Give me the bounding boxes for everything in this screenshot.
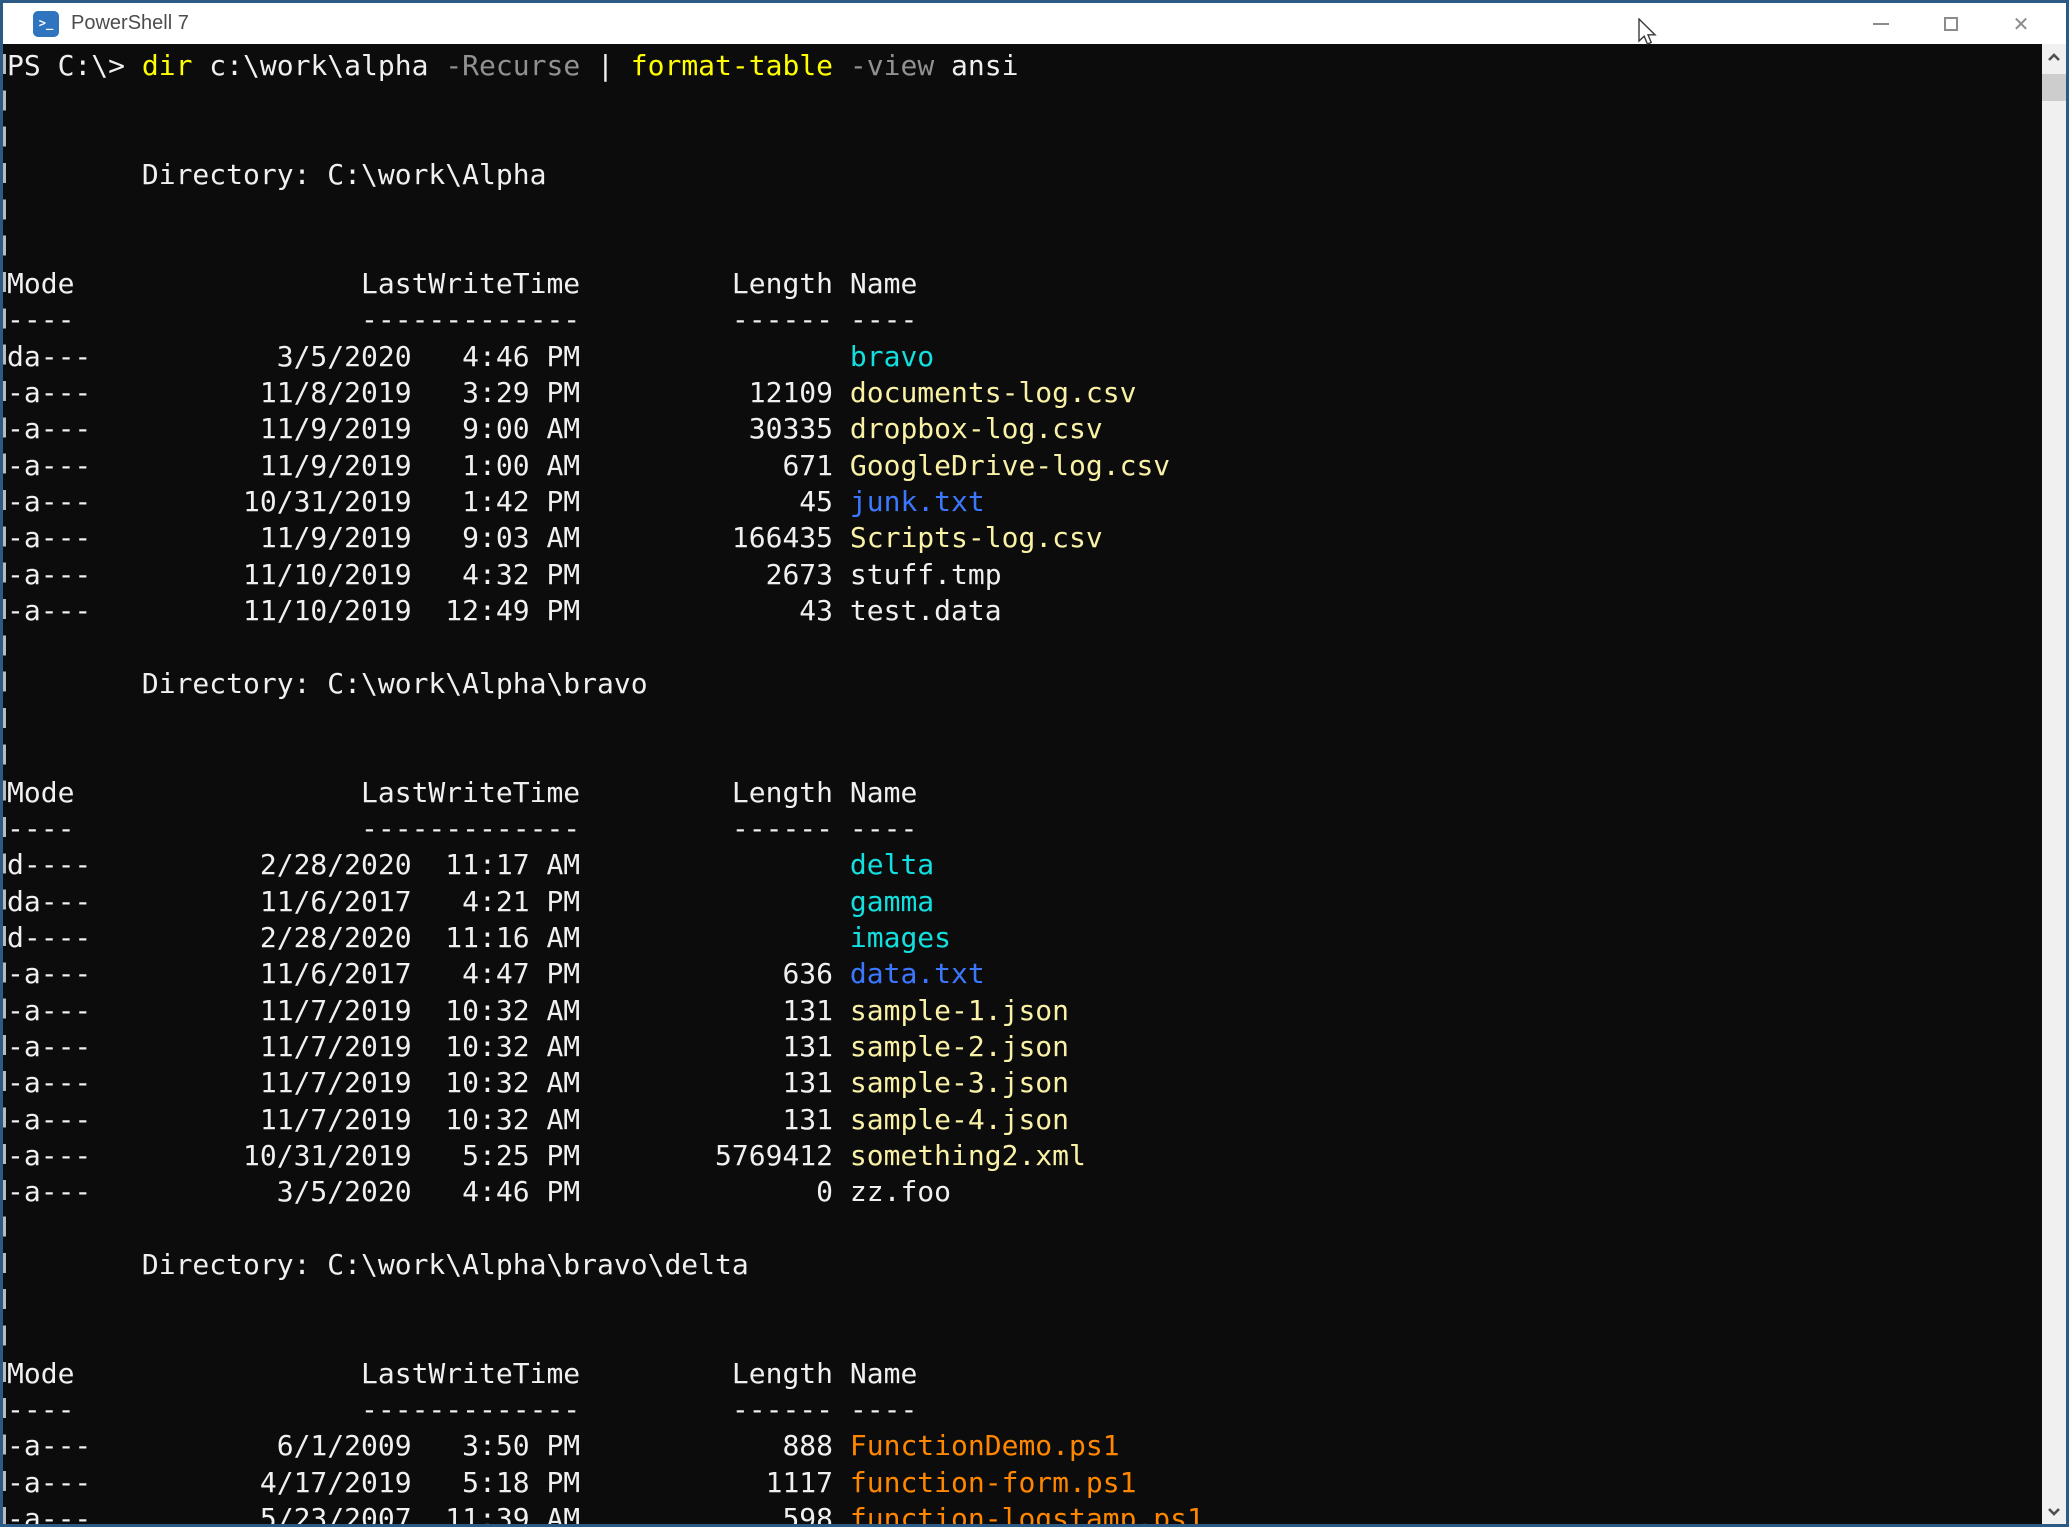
- table-header-underline: ---- ------------- ------ ----: [7, 302, 2042, 338]
- file-name: function-form.ps1: [850, 1466, 1137, 1499]
- file-name: FunctionDemo.ps1: [850, 1429, 1120, 1462]
- scroll-up-button[interactable]: [2042, 44, 2066, 70]
- file-row: -a--- 11/7/2019 10:32 AM 131 sample-4.js…: [7, 1102, 2042, 1138]
- powershell-icon-glyph: >_: [39, 17, 53, 29]
- file-row: da--- 3/5/2020 4:46 PM bravo: [7, 339, 2042, 375]
- terminal-output: PS C:\> dir c:\work\alpha -Recurse | for…: [3, 44, 2042, 1524]
- file-name: sample-2.json: [850, 1030, 1069, 1063]
- command-line: PS C:\> dir c:\work\alpha -Recurse | for…: [7, 48, 2042, 84]
- file-row: da--- 11/6/2017 4:21 PM gamma: [7, 884, 2042, 920]
- directory-name: images: [850, 921, 951, 954]
- file-row: -a--- 5/23/2007 11:39 AM 598 function-lo…: [7, 1501, 2042, 1524]
- file-row: d---- 2/28/2020 11:16 AM images: [7, 920, 2042, 956]
- terminal-line: [7, 738, 2042, 774]
- minimize-button[interactable]: [1846, 3, 1916, 44]
- file-name: function-logstamp.ps1: [850, 1502, 1204, 1524]
- file-row: -a--- 11/6/2017 4:47 PM 636 data.txt: [7, 956, 2042, 992]
- file-row: -a--- 10/31/2019 1:42 PM 45 junk.txt: [7, 484, 2042, 520]
- file-row: -a--- 11/10/2019 12:49 PM 43 test.data: [7, 593, 2042, 629]
- file-row: -a--- 11/9/2019 9:00 AM 30335 dropbox-lo…: [7, 411, 2042, 447]
- file-name: sample-4.json: [850, 1103, 1069, 1136]
- directory-heading: Directory: C:\work\Alpha: [7, 157, 2042, 193]
- file-row: -a--- 11/9/2019 1:00 AM 671 GoogleDrive-…: [7, 448, 2042, 484]
- file-name: test.data: [850, 594, 1002, 627]
- terminal-line: [7, 84, 2042, 120]
- terminal-line: [7, 629, 2042, 665]
- table-header: Mode LastWriteTime Length Name: [7, 1356, 2042, 1392]
- file-name: sample-1.json: [850, 994, 1069, 1027]
- terminal-line: [7, 702, 2042, 738]
- file-row: -a--- 4/17/2019 5:18 PM 1117 function-fo…: [7, 1465, 2042, 1501]
- file-name: stuff.tmp: [850, 558, 1002, 591]
- terminal-line: [7, 121, 2042, 157]
- terminal-line: [7, 230, 2042, 266]
- directory-name: delta: [850, 848, 934, 881]
- file-name: dropbox-log.csv: [850, 412, 1103, 445]
- file-row: -a--- 11/7/2019 10:32 AM 131 sample-1.js…: [7, 993, 2042, 1029]
- chevron-up-icon: [2047, 53, 2061, 62]
- close-button[interactable]: ✕: [1986, 3, 2056, 44]
- directory-name: bravo: [850, 340, 934, 373]
- file-name: something2.xml: [850, 1139, 1086, 1172]
- file-name: junk.txt: [850, 485, 985, 518]
- file-row: -a--- 11/7/2019 10:32 AM 131 sample-2.js…: [7, 1029, 2042, 1065]
- table-header-underline: ---- ------------- ------ ----: [7, 1392, 2042, 1428]
- scroll-down-button[interactable]: [2042, 1498, 2066, 1524]
- directory-name: gamma: [850, 885, 934, 918]
- directory-heading: Directory: C:\work\Alpha\bravo\delta: [7, 1247, 2042, 1283]
- file-row: -a--- 11/7/2019 10:32 AM 131 sample-3.js…: [7, 1065, 2042, 1101]
- window-controls: ✕: [1846, 3, 2066, 44]
- powershell-window: >_ PowerShell 7 ✕ PS C:\> dir c:\work\al…: [0, 0, 2069, 1527]
- terminal-line: [7, 1211, 2042, 1247]
- title-bar[interactable]: >_ PowerShell 7 ✕: [3, 3, 2066, 44]
- scrollbar-thumb[interactable]: [2042, 74, 2066, 101]
- table-header: Mode LastWriteTime Length Name: [7, 775, 2042, 811]
- file-row: -a--- 11/9/2019 9:03 AM 166435 Scripts-l…: [7, 520, 2042, 556]
- window-title: PowerShell 7: [71, 12, 189, 35]
- window-content: PS C:\> dir c:\work\alpha -Recurse | for…: [3, 44, 2066, 1524]
- file-row: -a--- 11/10/2019 4:32 PM 2673 stuff.tmp: [7, 557, 2042, 593]
- file-row: d---- 2/28/2020 11:17 AM delta: [7, 847, 2042, 883]
- file-row: -a--- 3/5/2020 4:46 PM 0 zz.foo: [7, 1174, 2042, 1210]
- powershell-icon: >_: [33, 11, 59, 37]
- file-row: -a--- 10/31/2019 5:25 PM 5769412 somethi…: [7, 1138, 2042, 1174]
- table-header-underline: ---- ------------- ------ ----: [7, 811, 2042, 847]
- file-row: -a--- 6/1/2009 3:50 PM 888 FunctionDemo.…: [7, 1428, 2042, 1464]
- terminal-viewport[interactable]: PS C:\> dir c:\work\alpha -Recurse | for…: [3, 44, 2042, 1524]
- minimize-icon: [1873, 23, 1889, 25]
- close-icon: ✕: [2013, 14, 2030, 34]
- table-header: Mode LastWriteTime Length Name: [7, 266, 2042, 302]
- terminal-line: [7, 1319, 2042, 1355]
- maximize-button[interactable]: [1916, 3, 1986, 44]
- file-name: GoogleDrive-log.csv: [850, 449, 1170, 482]
- file-name: zz.foo: [850, 1175, 951, 1208]
- terminal-line: [7, 193, 2042, 229]
- directory-heading: Directory: C:\work\Alpha\bravo: [7, 666, 2042, 702]
- chevron-down-icon: [2047, 1507, 2061, 1516]
- terminal-line: [7, 1283, 2042, 1319]
- vertical-scrollbar[interactable]: [2042, 44, 2066, 1524]
- file-name: data.txt: [850, 957, 985, 990]
- maximize-icon: [1944, 17, 1958, 31]
- file-name: sample-3.json: [850, 1066, 1069, 1099]
- file-row: -a--- 11/8/2019 3:29 PM 12109 documents-…: [7, 375, 2042, 411]
- file-name: documents-log.csv: [850, 376, 1137, 409]
- file-name: Scripts-log.csv: [850, 521, 1103, 554]
